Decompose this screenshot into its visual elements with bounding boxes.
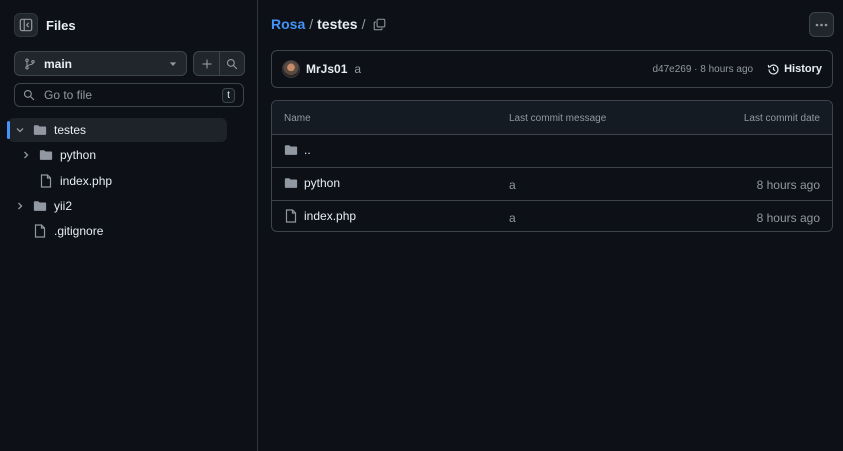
sidebar-collapse-icon bbox=[19, 18, 33, 32]
folder-open-icon bbox=[32, 124, 48, 136]
active-indicator bbox=[7, 121, 10, 139]
tree-item-testes[interactable]: testes bbox=[7, 118, 227, 142]
go-to-file-input[interactable]: Go to file t bbox=[14, 83, 244, 107]
main-content: Rosa / testes / MrJs01 a d47e269 · 8 hou… bbox=[258, 0, 843, 451]
branch-controls: main bbox=[14, 51, 245, 76]
file-tree-sidebar: Files main Go to file t testes python in… bbox=[0, 0, 258, 451]
chevron-right-icon[interactable] bbox=[20, 150, 32, 160]
tree-item-label: index.php bbox=[60, 174, 113, 188]
sidebar-header: Files bbox=[14, 13, 76, 37]
tree-item-python[interactable]: python bbox=[20, 143, 227, 167]
chevron-down-icon[interactable] bbox=[14, 125, 26, 135]
history-button[interactable]: History bbox=[767, 63, 822, 76]
breadcrumb-separator: / bbox=[361, 16, 366, 32]
folder-icon bbox=[284, 144, 298, 156]
breadcrumb: Rosa / testes / bbox=[271, 16, 386, 32]
commit-message[interactable]: a bbox=[354, 62, 652, 76]
branch-name: main bbox=[44, 56, 73, 71]
add-file-button[interactable] bbox=[194, 52, 219, 75]
keyboard-shortcut-badge: t bbox=[222, 87, 235, 103]
tree-item-label: .gitignore bbox=[54, 224, 104, 238]
file-link[interactable]: python bbox=[304, 176, 340, 190]
collapse-sidebar-button[interactable] bbox=[14, 13, 38, 37]
go-to-file-placeholder: Go to file bbox=[44, 88, 93, 102]
plus-icon bbox=[201, 58, 213, 70]
avatar[interactable] bbox=[282, 60, 300, 78]
tree-item-yii2[interactable]: yii2 bbox=[14, 194, 227, 218]
folder-icon bbox=[284, 177, 298, 189]
app-root: Files main Go to file t testes python in… bbox=[0, 0, 843, 451]
parent-directory-link[interactable]: .. bbox=[304, 143, 311, 157]
search-files-button[interactable] bbox=[219, 52, 244, 75]
copy-icon bbox=[373, 18, 386, 31]
tree-item-gitignore[interactable]: .gitignore bbox=[32, 219, 227, 243]
file-list-table: Name Last commit message Last commit dat… bbox=[271, 100, 833, 232]
copy-path-button[interactable] bbox=[373, 18, 386, 31]
breadcrumb-current: testes bbox=[317, 16, 358, 32]
more-options-button[interactable] bbox=[809, 12, 834, 37]
table-row[interactable]: index.php a 8 hours ago bbox=[272, 201, 832, 231]
file-link[interactable]: index.php bbox=[304, 209, 356, 223]
table-row-parent[interactable]: .. bbox=[272, 135, 832, 168]
file-name-cell: index.php bbox=[284, 209, 356, 223]
tree-item-label: python bbox=[60, 148, 97, 162]
table-row[interactable]: python a 8 hours ago bbox=[272, 168, 832, 201]
file-name-cell: python bbox=[284, 176, 340, 190]
file-name-cell: .. bbox=[284, 143, 311, 157]
commit-message-link[interactable]: a bbox=[509, 178, 516, 192]
latest-commit-bar: MrJs01 a d47e269 · 8 hours ago History bbox=[271, 50, 833, 88]
git-branch-icon bbox=[24, 58, 36, 70]
tree-item-index-php[interactable]: index.php bbox=[38, 169, 227, 193]
table-header: Name Last commit message Last commit dat… bbox=[272, 101, 832, 135]
breadcrumb-separator: / bbox=[309, 16, 314, 32]
commit-date: 8 hours ago bbox=[756, 178, 820, 192]
file-icon bbox=[32, 224, 48, 238]
branch-selector[interactable]: main bbox=[14, 51, 187, 76]
commit-date: 8 hours ago bbox=[756, 211, 820, 225]
column-header-name: Name bbox=[284, 113, 311, 124]
file-icon bbox=[284, 209, 298, 223]
search-icon bbox=[226, 58, 238, 70]
dropdown-caret-icon bbox=[169, 60, 177, 68]
tree-item-label: yii2 bbox=[54, 199, 73, 213]
breadcrumb-repo-link[interactable]: Rosa bbox=[271, 16, 305, 32]
folder-icon bbox=[38, 149, 54, 161]
column-header-date: Last commit date bbox=[743, 113, 820, 124]
tree-item-label: testes bbox=[54, 123, 87, 137]
sidebar-title: Files bbox=[46, 17, 76, 33]
history-icon bbox=[767, 63, 784, 76]
search-icon bbox=[23, 89, 35, 101]
column-header-message: Last commit message bbox=[509, 113, 607, 124]
file-icon bbox=[38, 174, 54, 188]
history-label: History bbox=[784, 63, 822, 75]
chevron-right-icon[interactable] bbox=[14, 201, 26, 211]
file-actions-group bbox=[193, 51, 245, 76]
kebab-horizontal-icon bbox=[815, 23, 828, 27]
commit-message-link[interactable]: a bbox=[509, 211, 516, 225]
commit-sha-time[interactable]: d47e269 · 8 hours ago bbox=[652, 64, 753, 75]
folder-icon bbox=[32, 200, 48, 212]
commit-author-link[interactable]: MrJs01 bbox=[306, 62, 347, 76]
